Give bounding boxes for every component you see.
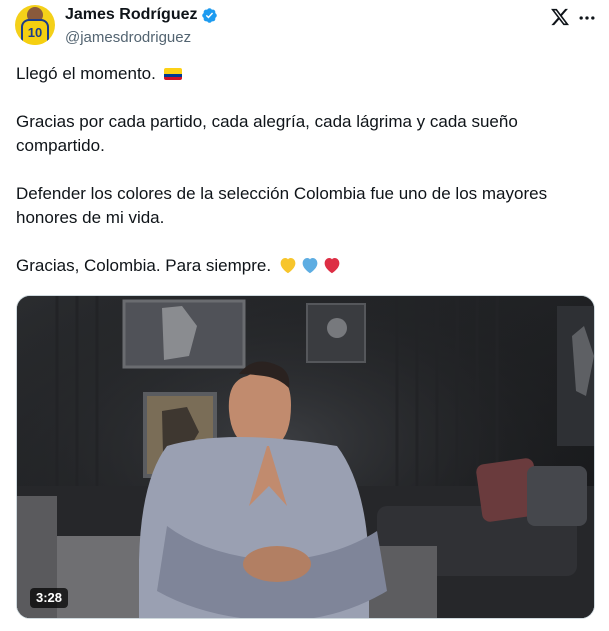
tweet-line-4: Gracias, Colombia. Para siempre. <box>16 256 272 275</box>
tweet-card[interactable]: 10 James Rodríguez @jamesdrodriguez Lleg… <box>0 0 609 631</box>
colombia-flag-icon <box>163 68 182 80</box>
author-name[interactable]: James Rodríguez <box>65 6 197 24</box>
author-name-row[interactable]: James Rodríguez <box>65 6 218 24</box>
tweet-paragraph-3: Defender los colores de la selección Col… <box>16 184 548 227</box>
x-logo-icon[interactable] <box>550 7 570 27</box>
tweet-paragraph-1: Llegó el momento. <box>16 62 596 86</box>
tweet-paragraph-4: Gracias, Colombia. Para siempre. <box>16 254 596 278</box>
more-options-icon[interactable] <box>577 8 597 28</box>
yellow-heart-icon <box>280 258 296 274</box>
author-handle[interactable]: @jamesdrodriguez <box>65 29 191 46</box>
video-thumbnail <box>17 296 594 618</box>
avatar[interactable]: 10 <box>15 5 55 45</box>
video-duration: 3:28 <box>30 588 69 608</box>
verified-badge-icon <box>202 7 218 23</box>
tweet-line-1: Llegó el momento. <box>16 64 156 83</box>
tweet-paragraph-2: Gracias por cada partido, cada alegría, … <box>16 112 518 155</box>
tweet-text: Llegó el momento. Gracias por cada parti… <box>16 62 596 302</box>
video-player[interactable]: 3:28 <box>16 295 595 619</box>
avatar-number: 10 <box>27 25 43 40</box>
blue-heart-icon <box>302 258 318 274</box>
red-heart-icon <box>324 258 340 274</box>
